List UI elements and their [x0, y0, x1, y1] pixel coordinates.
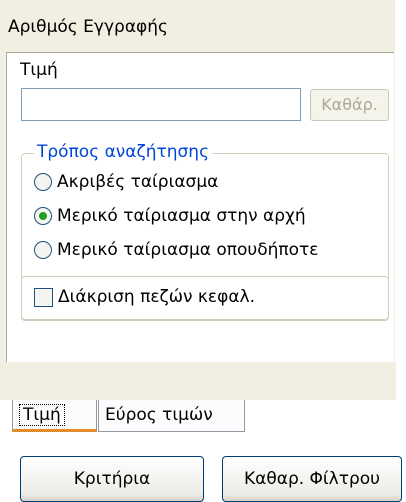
value-input[interactable] — [21, 88, 301, 121]
radio-label: Ακριβές ταίριασμα — [57, 172, 219, 192]
tab-value[interactable]: Τιμή — [12, 400, 97, 432]
panel-title: Αριθμός Εγγραφής — [8, 17, 168, 37]
case-sensitive-checkbox[interactable] — [34, 288, 53, 307]
criteria-button[interactable]: Κριτήρια — [20, 456, 204, 502]
radio-partial-anywhere[interactable]: Μερικό ταίριασμα οπουδήποτε — [34, 240, 318, 260]
radio-button-selected[interactable] — [34, 207, 52, 225]
radio-label: Μερικό ταίριασμα οπουδήποτε — [57, 240, 319, 260]
radio-button[interactable] — [34, 241, 52, 259]
radio-label: Μερικό ταίριασμα στην αρχή — [57, 206, 306, 226]
radio-exact-match[interactable]: Ακριβές ταίριασμα — [34, 172, 218, 192]
search-mode-legend: Τρόπος αναζήτησης — [34, 141, 213, 163]
filter-panel: Αριθμός Εγγραφής Τιμή Καθάρ. Τρόπος αναζ… — [0, 0, 396, 400]
tab-label: Τιμή — [19, 404, 65, 426]
tab-label: Εύρος τιμών — [105, 405, 213, 425]
value-label: Τιμή — [20, 60, 58, 80]
tab-range[interactable]: Εύρος τιμών — [98, 400, 245, 432]
panel-footer-strip — [6, 362, 396, 400]
tab-strip: Τιμή Εύρος τιμών — [0, 400, 406, 442]
radio-partial-start[interactable]: Μερικό ταίριασμα στην αρχή — [34, 206, 306, 226]
clear-filter-button[interactable]: Καθαρ. Φίλτρου — [222, 456, 402, 502]
case-sensitive-label[interactable]: Διάκριση πεζών κεφαλ. — [58, 287, 255, 307]
clear-value-button[interactable]: Καθάρ. — [310, 89, 389, 121]
radio-button[interactable] — [34, 173, 52, 191]
